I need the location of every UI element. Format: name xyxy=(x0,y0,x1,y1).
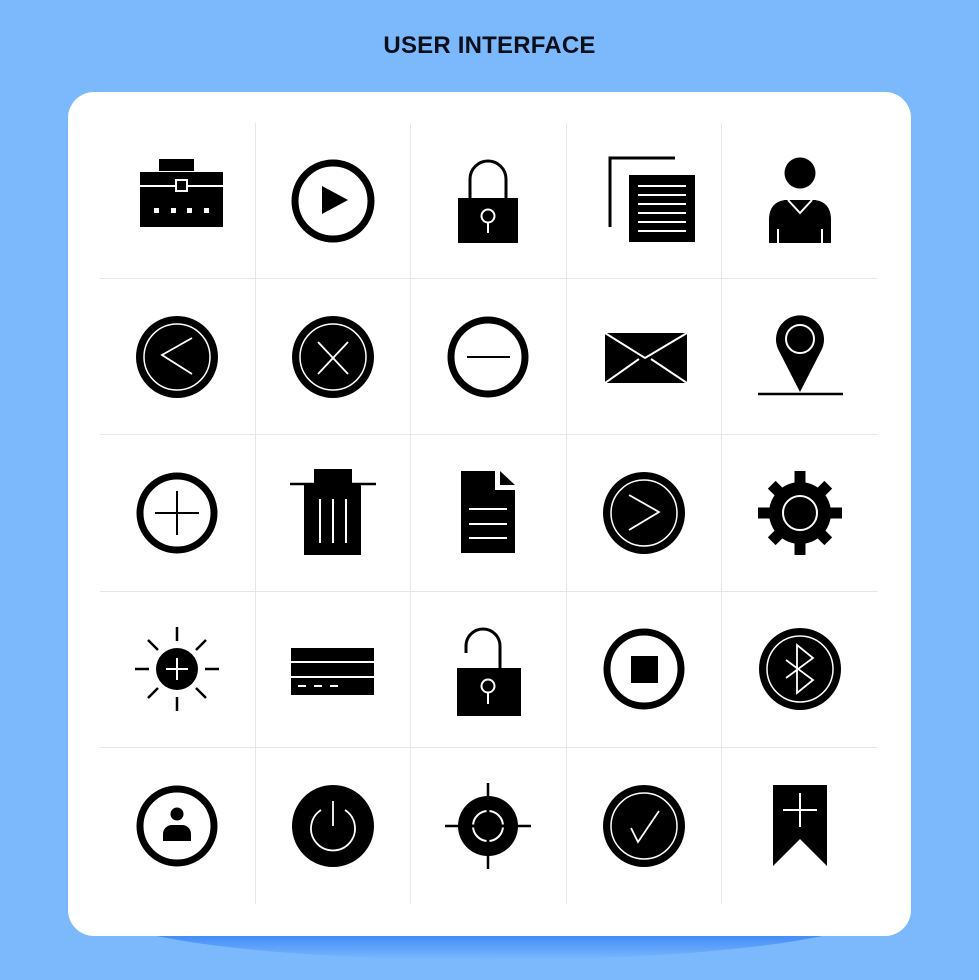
page-title: USER INTERFACE xyxy=(383,32,596,59)
bookmark-add-icon xyxy=(773,784,828,866)
minus-circle-icon xyxy=(447,316,529,398)
credit-card-icon xyxy=(290,648,374,696)
grid-cell xyxy=(722,279,878,436)
grid-cell xyxy=(100,123,256,280)
grid-cell xyxy=(411,591,567,748)
user-icon xyxy=(769,157,832,243)
check-circle-icon xyxy=(603,784,686,867)
chevron-left-circle-icon xyxy=(136,315,219,398)
target-icon xyxy=(445,782,532,869)
mail-icon xyxy=(604,331,688,384)
power-icon xyxy=(291,784,374,867)
bluetooth-icon xyxy=(759,628,842,711)
unlock-icon xyxy=(457,627,522,717)
grid-cell xyxy=(100,591,256,748)
file-icon xyxy=(461,470,516,553)
grid-cell xyxy=(411,123,567,280)
play-circle-icon xyxy=(291,159,375,243)
grid-cell xyxy=(411,747,567,904)
grid-cell xyxy=(255,435,412,592)
briefcase-icon xyxy=(140,158,224,227)
location-pin-icon xyxy=(758,315,844,396)
grid-cell xyxy=(411,279,567,436)
grid-cell xyxy=(255,123,412,280)
grid-cell xyxy=(566,435,723,592)
grid-cell xyxy=(722,748,878,904)
grid-cell xyxy=(255,591,412,748)
grid-cell xyxy=(722,592,878,748)
grid-cell xyxy=(566,279,723,436)
grid-cell xyxy=(256,747,412,904)
brightness-icon xyxy=(135,627,220,712)
grid-cell xyxy=(100,435,256,592)
icon-grid xyxy=(100,123,878,904)
grid-cell xyxy=(722,435,878,592)
grid-cell xyxy=(100,279,256,436)
lock-icon xyxy=(458,159,519,243)
plus-circle-icon xyxy=(136,472,218,554)
gear-icon xyxy=(758,470,843,555)
grid-cell xyxy=(411,435,567,592)
grid-cell xyxy=(566,123,723,280)
stop-circle-icon xyxy=(603,628,685,710)
grid-cell xyxy=(255,279,412,436)
copy-document-icon xyxy=(608,156,696,242)
grid-cell xyxy=(566,591,723,748)
close-circle-icon xyxy=(291,315,374,398)
grid-cell xyxy=(100,747,256,904)
user-circle-icon xyxy=(136,785,218,867)
chevron-right-circle-icon xyxy=(603,471,686,554)
trash-icon xyxy=(289,468,376,555)
grid-cell xyxy=(722,123,878,280)
grid-cell xyxy=(567,747,723,904)
